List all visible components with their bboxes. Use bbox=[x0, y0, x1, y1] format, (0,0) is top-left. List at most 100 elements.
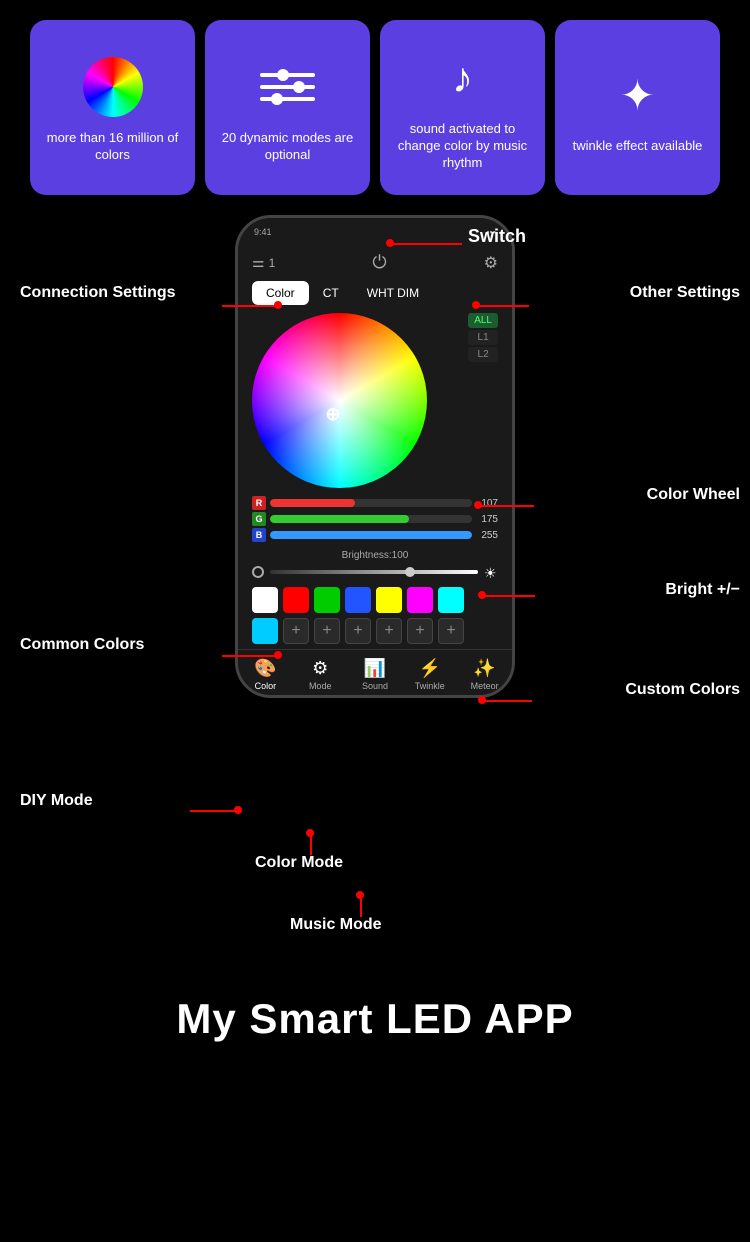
connection-icon[interactable]: ⚌ bbox=[252, 254, 265, 271]
brightness-thumb[interactable] bbox=[405, 567, 415, 577]
nav-meteor-label: Meteor bbox=[471, 681, 499, 691]
brightness-track[interactable] bbox=[270, 570, 478, 574]
crosshair-icon: ⊕ bbox=[326, 404, 341, 425]
switch-icon[interactable]: ⏻ bbox=[372, 252, 386, 273]
brightness-row: ☀ bbox=[238, 565, 512, 587]
other-settings-line bbox=[474, 305, 529, 307]
header-number: 1 bbox=[269, 256, 276, 270]
connection-dot bbox=[274, 301, 282, 309]
b-value: 255 bbox=[476, 530, 498, 541]
nav-color-label: Color bbox=[255, 681, 277, 691]
slider-line-1 bbox=[260, 73, 315, 77]
feature-cards-section: more than 16 million of colors 20 dynami… bbox=[0, 0, 750, 215]
annotation-bright: Bright +/− bbox=[665, 580, 740, 601]
custom-plus-4[interactable]: + bbox=[376, 618, 402, 644]
annotation-other-settings: Other Settings bbox=[630, 283, 740, 304]
switch-dot bbox=[386, 239, 394, 247]
nav-color[interactable]: 🎨 Color bbox=[238, 658, 293, 691]
b-label: B bbox=[252, 528, 266, 542]
nav-meteor-icon: ✨ bbox=[473, 658, 495, 679]
phone-mockup: 9:41 ▪▪▪ ⚌ 1 ⏻ ⚙ Color CT WHT DIM bbox=[235, 215, 515, 698]
switch-line bbox=[390, 243, 462, 245]
nav-meteor[interactable]: ✨ Meteor bbox=[457, 658, 512, 691]
diy-mode-line bbox=[190, 810, 235, 812]
nav-sound-icon: 📊 bbox=[364, 658, 386, 679]
brightness-min-icon bbox=[252, 566, 264, 578]
brightness-label: Brightness:100 bbox=[238, 550, 512, 561]
color-wheel-area: ⊕ ALL L1 L2 bbox=[238, 313, 512, 496]
color-wheel-wrapper: ⊕ bbox=[252, 313, 462, 488]
color-mode-dot bbox=[306, 829, 314, 837]
annotation-custom-colors: Custom Colors bbox=[625, 680, 740, 701]
feature-card-sound: ♪ sound activated to change color by mus… bbox=[380, 20, 545, 195]
custom-plus-5[interactable]: + bbox=[407, 618, 433, 644]
tab-wht-dim[interactable]: WHT DIM bbox=[353, 281, 433, 305]
custom-colors-dot bbox=[478, 696, 486, 704]
custom-plus-1[interactable]: + bbox=[283, 618, 309, 644]
custom-plus-6[interactable]: + bbox=[438, 618, 464, 644]
nav-mode-icon: ⚙ bbox=[312, 658, 328, 679]
swatch-magenta[interactable] bbox=[407, 587, 433, 613]
sliders-icon bbox=[260, 73, 315, 101]
modes-card-text: 20 dynamic modes are optional bbox=[215, 130, 360, 164]
rgb-row-r: R 107 bbox=[252, 496, 498, 510]
sound-icon-area: ♪ bbox=[428, 43, 498, 113]
slider-line-3 bbox=[260, 97, 315, 101]
annotation-color-mode: Color Mode bbox=[255, 853, 343, 874]
sound-card-text: sound activated to change color by music… bbox=[390, 121, 535, 172]
annotation-section: 9:41 ▪▪▪ ⚌ 1 ⏻ ⚙ Color CT WHT DIM bbox=[0, 215, 750, 975]
phone-header: ⚌ 1 ⏻ ⚙ bbox=[238, 246, 512, 281]
colors-card-text: more than 16 million of colors bbox=[40, 130, 185, 164]
slider-line-2 bbox=[260, 85, 315, 89]
r-bar-fill bbox=[270, 499, 355, 507]
color-wheel[interactable]: ⊕ bbox=[252, 313, 427, 488]
nav-twinkle-label: Twinkle bbox=[415, 681, 445, 691]
b-bar-bg bbox=[270, 531, 472, 539]
feature-card-twinkle: ✦ twinkle effect available bbox=[555, 20, 720, 195]
tab-ct[interactable]: CT bbox=[309, 281, 353, 305]
swatch-yellow[interactable] bbox=[376, 587, 402, 613]
g-bar-fill bbox=[270, 515, 409, 523]
swatch-white[interactable] bbox=[252, 587, 278, 613]
phone-body: 9:41 ▪▪▪ ⚌ 1 ⏻ ⚙ Color CT WHT DIM bbox=[235, 215, 515, 698]
segment-l1[interactable]: L1 bbox=[468, 330, 498, 345]
swatch-green[interactable] bbox=[314, 587, 340, 613]
app-title: My Smart LED APP bbox=[0, 975, 750, 1073]
bright-line bbox=[480, 595, 535, 597]
custom-colors-row: + + + + + + bbox=[238, 618, 512, 649]
b-bar-fill bbox=[270, 531, 472, 539]
nav-color-icon: 🎨 bbox=[254, 658, 276, 679]
brightness-max-icon: ☀ bbox=[484, 565, 498, 579]
swatch-cyan[interactable] bbox=[438, 587, 464, 613]
connection-line bbox=[222, 305, 275, 307]
rgb-row-b: B 255 bbox=[252, 528, 498, 542]
nav-twinkle[interactable]: ⚡ Twinkle bbox=[402, 658, 457, 691]
nav-sound-label: Sound bbox=[362, 681, 388, 691]
nav-sound[interactable]: 📊 Sound bbox=[348, 658, 403, 691]
custom-plus-3[interactable]: + bbox=[345, 618, 371, 644]
settings-gear-icon[interactable]: ⚙ bbox=[484, 253, 498, 273]
custom-swatch-1[interactable] bbox=[252, 618, 278, 644]
g-value: 175 bbox=[476, 514, 498, 525]
feature-card-modes: 20 dynamic modes are optional bbox=[205, 20, 370, 195]
diy-mode-dot bbox=[234, 806, 242, 814]
header-left: ⚌ 1 bbox=[252, 254, 275, 271]
sparkle-icon: ✦ bbox=[620, 71, 655, 120]
rgb-row-g: G 175 bbox=[252, 512, 498, 526]
segment-all[interactable]: ALL bbox=[468, 313, 498, 328]
feature-card-colors: more than 16 million of colors bbox=[30, 20, 195, 195]
custom-plus-2[interactable]: + bbox=[314, 618, 340, 644]
swatch-red[interactable] bbox=[283, 587, 309, 613]
colors-icon-area bbox=[78, 52, 148, 122]
color-wheel-line bbox=[476, 505, 534, 507]
annotation-common-colors: Common Colors bbox=[20, 635, 144, 656]
status-time: 9:41 bbox=[254, 227, 272, 237]
common-colors-dot bbox=[274, 651, 282, 659]
twinkle-icon-area: ✦ bbox=[603, 60, 673, 130]
swatch-blue[interactable] bbox=[345, 587, 371, 613]
color-wheel-dot bbox=[474, 501, 482, 509]
nav-mode[interactable]: ⚙ Mode bbox=[293, 658, 348, 691]
bright-dot bbox=[478, 591, 486, 599]
segment-l2[interactable]: L2 bbox=[468, 347, 498, 362]
other-settings-dot bbox=[472, 301, 480, 309]
